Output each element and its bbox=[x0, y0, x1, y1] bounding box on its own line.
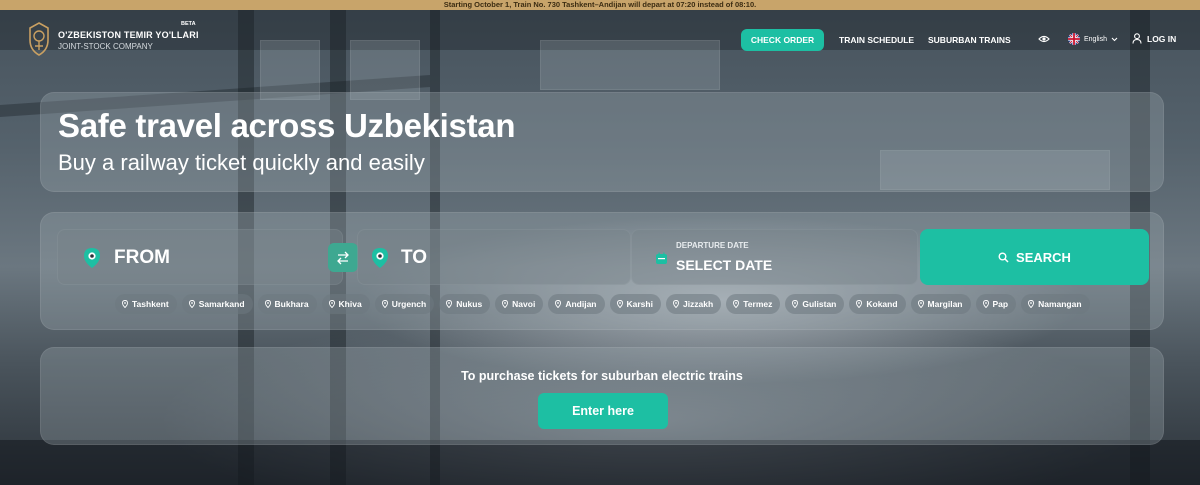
check-order-button[interactable]: CHECK ORDER bbox=[741, 29, 824, 51]
suburban-text: To purchase tickets for suburban electri… bbox=[461, 369, 743, 383]
city-chip[interactable]: Andijan bbox=[548, 294, 605, 314]
city-chip[interactable]: Tashkent bbox=[115, 294, 177, 314]
emblem-logo[interactable] bbox=[28, 22, 50, 56]
nav-train-schedule[interactable]: TRAIN SCHEDULE bbox=[839, 35, 914, 45]
brand-name: O'ZBEKISTON TEMIR YO'LLARI bbox=[58, 30, 199, 40]
location-pin-icon bbox=[1028, 300, 1035, 308]
search-panel: FROM TO DEPARTURE DATE SELECT DATE SEARC… bbox=[40, 212, 1164, 330]
hero-subtitle: Buy a railway ticket quickly and easily bbox=[58, 150, 425, 175]
enter-here-button[interactable]: Enter here bbox=[538, 393, 668, 429]
search-icon bbox=[998, 252, 1009, 263]
calendar-icon bbox=[656, 252, 667, 264]
location-pin-icon bbox=[673, 300, 679, 308]
city-chip-label: Khiva bbox=[338, 299, 362, 309]
to-field[interactable]: TO bbox=[357, 229, 631, 285]
location-pin-icon bbox=[502, 300, 509, 308]
location-pin-icon bbox=[446, 300, 453, 308]
city-chip[interactable]: Navoi bbox=[495, 294, 544, 314]
city-chip[interactable]: Khiva bbox=[321, 294, 370, 314]
login-link[interactable]: LOG IN bbox=[1132, 33, 1176, 44]
city-chip[interactable]: Termez bbox=[726, 294, 781, 314]
location-pin-icon bbox=[188, 300, 195, 308]
location-pin-icon bbox=[733, 300, 740, 308]
brand-subtitle: JOINT-STOCK COMPANY bbox=[58, 42, 153, 51]
city-chips: Tashkent Samarkand Bukhara Khiva Urgench Nuku… bbox=[115, 294, 1090, 314]
city-chip[interactable]: Karshi bbox=[609, 294, 661, 314]
city-chip-label: Karshi bbox=[626, 299, 653, 309]
from-label: FROM bbox=[114, 247, 170, 268]
location-pin-icon bbox=[372, 248, 388, 268]
user-icon bbox=[1132, 33, 1142, 44]
city-chip-label: Navoi bbox=[512, 299, 536, 309]
hero-title: Safe travel across Uzbekistan bbox=[58, 107, 516, 144]
city-chip-label: Urgench bbox=[391, 299, 427, 309]
location-pin-icon bbox=[84, 248, 100, 268]
language-selector[interactable]: English bbox=[1068, 33, 1118, 45]
nav-suburban-trains[interactable]: SUBURBAN TRAINS bbox=[928, 35, 1011, 45]
city-chip[interactable]: Gulistan bbox=[785, 294, 845, 314]
city-chip[interactable]: Bukhara bbox=[257, 294, 317, 314]
city-chip[interactable]: Margilan bbox=[910, 294, 971, 314]
city-chip[interactable]: Samarkand bbox=[181, 294, 253, 314]
eye-icon[interactable] bbox=[1038, 34, 1050, 44]
city-chip-label: Jizzakh bbox=[682, 299, 714, 309]
location-pin-icon bbox=[264, 300, 271, 308]
announcement-bar: Starting October 1, Train No. 730 Tashke… bbox=[0, 0, 1200, 10]
beta-badge: BETA bbox=[181, 21, 196, 27]
city-chip-label: Tashkent bbox=[132, 299, 169, 309]
city-chip-label: Nukus bbox=[456, 299, 483, 309]
suburban-panel: To purchase tickets for suburban electri… bbox=[40, 347, 1164, 445]
hero-panel: Safe travel across Uzbekistan Buy a rail… bbox=[40, 92, 1164, 192]
location-pin-icon bbox=[982, 300, 989, 308]
city-chip[interactable]: Nukus bbox=[439, 294, 491, 314]
city-chip[interactable]: Urgench bbox=[374, 294, 435, 314]
city-chip-label: Andijan bbox=[565, 299, 597, 309]
language-label: English bbox=[1084, 35, 1107, 43]
city-chip-label: Namangan bbox=[1038, 299, 1082, 309]
city-chip-label: Kokand bbox=[866, 299, 898, 309]
from-field[interactable]: FROM bbox=[57, 229, 343, 285]
departure-date-field[interactable]: DEPARTURE DATE SELECT DATE bbox=[631, 229, 918, 285]
city-chip[interactable]: Pap bbox=[975, 294, 1017, 314]
location-pin-icon bbox=[381, 300, 388, 308]
location-pin-icon bbox=[792, 300, 799, 308]
location-pin-icon bbox=[856, 300, 863, 308]
to-label: TO bbox=[401, 247, 428, 268]
site-header: O'ZBEKISTON TEMIR YO'LLARI JOINT-STOCK C… bbox=[0, 10, 1200, 68]
location-pin-icon bbox=[917, 300, 924, 308]
city-chip-label: Gulistan bbox=[802, 299, 837, 309]
city-chip[interactable]: Jizzakh bbox=[665, 294, 722, 314]
city-chip-label: Samarkand bbox=[198, 299, 245, 309]
uk-flag-icon bbox=[1068, 33, 1080, 45]
city-chip-label: Termez bbox=[743, 299, 773, 309]
city-chip[interactable]: Namangan bbox=[1021, 294, 1090, 314]
location-pin-icon bbox=[122, 300, 128, 308]
city-chip[interactable]: Kokand bbox=[849, 294, 906, 314]
location-pin-icon bbox=[555, 300, 562, 308]
location-pin-icon bbox=[328, 300, 335, 308]
login-label: LOG IN bbox=[1147, 33, 1177, 44]
city-chip-label: Pap bbox=[992, 299, 1009, 309]
search-label: SEARCH bbox=[1016, 249, 1071, 265]
swap-button[interactable] bbox=[328, 243, 358, 272]
city-chip-label: Bukhara bbox=[274, 299, 309, 309]
swap-arrows-icon bbox=[337, 251, 349, 264]
search-button[interactable]: SEARCH bbox=[920, 229, 1149, 285]
brand[interactable]: O'ZBEKISTON TEMIR YO'LLARI JOINT-STOCK C… bbox=[58, 30, 199, 51]
chevron-down-icon bbox=[1111, 37, 1118, 41]
departure-date-value: SELECT DATE bbox=[676, 257, 773, 273]
city-chip-label: Margilan bbox=[927, 299, 963, 309]
location-pin-icon bbox=[616, 300, 623, 308]
departure-date-caption: DEPARTURE DATE bbox=[676, 241, 749, 250]
